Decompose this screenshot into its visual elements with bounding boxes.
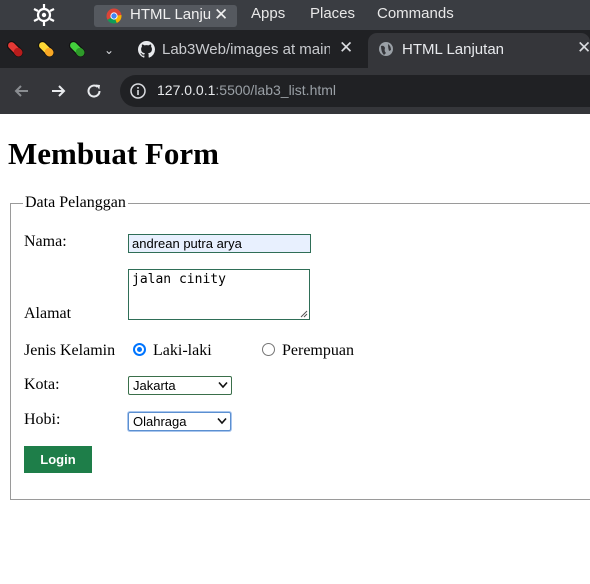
nama-label: Nama: bbox=[24, 233, 67, 250]
reload-icon[interactable] bbox=[83, 80, 105, 102]
alamat-label: Alamat bbox=[24, 305, 72, 322]
globe-icon bbox=[379, 42, 393, 56]
radio-perempuan-label: Perempuan bbox=[282, 342, 354, 359]
taskbar-window-button[interactable]: HTML Lanju ✕ bbox=[94, 5, 237, 27]
kota-select[interactable]: Jakarta bbox=[128, 376, 232, 395]
kota-selected-value: Jakarta bbox=[133, 378, 176, 393]
chrome-icon bbox=[106, 8, 122, 24]
back-arrow-icon[interactable] bbox=[11, 80, 33, 102]
github-icon bbox=[138, 41, 155, 58]
radio-laki-laki-label: Laki-laki bbox=[153, 342, 212, 359]
fieldset-legend: Data Pelanggan bbox=[25, 194, 126, 211]
nama-input[interactable]: andrean putra arya bbox=[128, 234, 311, 253]
site-info-icon[interactable] bbox=[130, 83, 146, 99]
os-top-panel: HTML Lanju ✕ Apps Places Commands bbox=[0, 0, 590, 30]
url-path: :5500/lab3_list.html bbox=[215, 82, 337, 98]
alamat-textarea[interactable]: jalan cinity bbox=[128, 269, 310, 320]
tab-html-lanjutan-title: HTML Lanjutan bbox=[402, 41, 504, 58]
taskbar-close-icon[interactable]: ✕ bbox=[214, 5, 228, 25]
hobi-select[interactable]: Olahraga bbox=[128, 412, 231, 431]
extension-pill-red-icon[interactable] bbox=[4, 38, 26, 60]
tab-github[interactable]: Lab3Web/images at main ✕ bbox=[128, 33, 364, 68]
chevron-down-icon bbox=[218, 381, 228, 389]
taskbar-window-title: HTML Lanju bbox=[130, 6, 212, 23]
browser-toolbar: 127.0.0.1:5500/lab3_list.html bbox=[0, 68, 590, 114]
extension-pill-yellow-icon[interactable] bbox=[35, 38, 57, 60]
menu-places[interactable]: Places bbox=[310, 5, 355, 22]
page-title: Membuat Form bbox=[8, 136, 219, 171]
chevron-down-icon bbox=[217, 417, 227, 425]
kota-label: Kota: bbox=[24, 376, 60, 393]
url-text: 127.0.0.1:5500/lab3_list.html bbox=[157, 82, 336, 98]
radio-perempuan[interactable] bbox=[262, 343, 275, 356]
hobi-selected-value: Olahraga bbox=[133, 414, 187, 429]
url-host: 127.0.0.1 bbox=[157, 82, 216, 98]
forward-arrow-icon[interactable] bbox=[47, 80, 69, 102]
resize-grip-icon[interactable] bbox=[300, 310, 308, 318]
tab-html-lanjutan-close-icon[interactable]: ✕ bbox=[577, 38, 590, 58]
menu-commands[interactable]: Commands bbox=[377, 5, 454, 22]
menu-apps[interactable]: Apps bbox=[251, 5, 285, 22]
extension-pill-green-icon[interactable] bbox=[66, 38, 88, 60]
hobi-label: Hobi: bbox=[24, 411, 61, 428]
tab-html-lanjutan[interactable]: HTML Lanjutan ✕ bbox=[368, 33, 590, 68]
tab-github-title: Lab3Web/images at main bbox=[162, 41, 330, 58]
tab-search-chevron-icon[interactable]: ⌄ bbox=[98, 39, 120, 61]
login-button[interactable]: Login bbox=[24, 446, 92, 473]
page-content: Membuat Form Data Pelanggan Nama: andrea… bbox=[0, 114, 590, 584]
gender-label: Jenis Kelamin bbox=[24, 342, 116, 359]
tab-github-close-icon[interactable]: ✕ bbox=[339, 38, 353, 58]
address-bar[interactable]: 127.0.0.1:5500/lab3_list.html bbox=[120, 75, 590, 107]
radio-laki-laki[interactable] bbox=[133, 343, 146, 356]
alamat-text: jalan cinity bbox=[132, 272, 226, 287]
browser-tab-strip: ⌄ Lab3Web/images at main ✕ HTML Lanjutan… bbox=[0, 30, 590, 68]
system-gear-icon[interactable] bbox=[30, 2, 58, 28]
